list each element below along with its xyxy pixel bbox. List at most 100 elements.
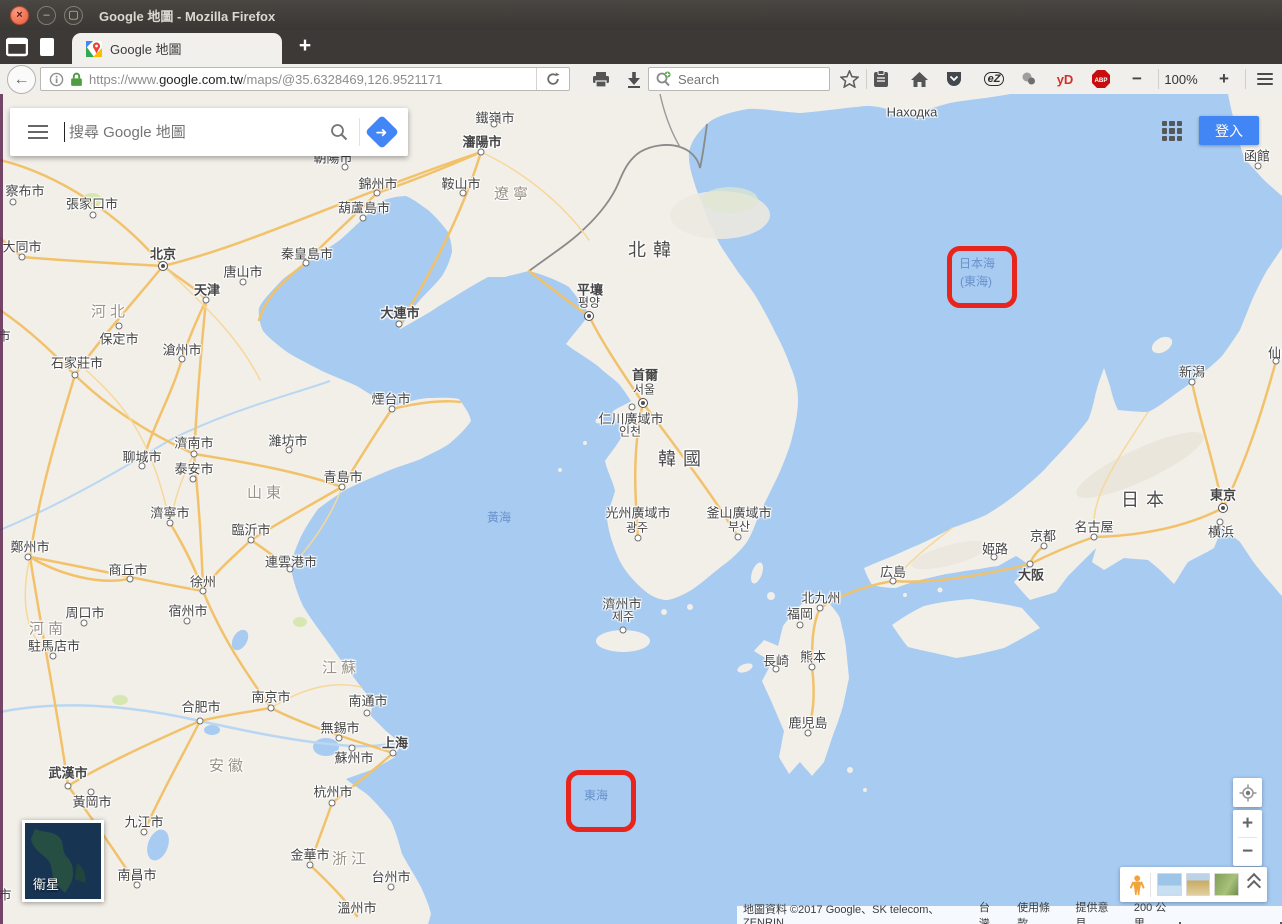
window-maximize-button[interactable]: ▢ — [64, 6, 83, 25]
svg-text:ABP: ABP — [1094, 77, 1107, 84]
maps-search-input[interactable] — [67, 123, 329, 142]
new-tab-button[interactable]: + — [292, 34, 318, 58]
bookmark-star-icon[interactable] — [836, 66, 862, 92]
city-marker — [390, 750, 397, 757]
city-marker — [890, 578, 897, 585]
download-icon[interactable] — [621, 66, 647, 92]
adblock-plus-icon[interactable]: ABP — [1088, 66, 1114, 92]
map-canvas[interactable]: 察布市張家口市大同市北京唐山市秦皇島市天津保定市滄州市石家莊市市聊城市濟南市泰安… — [0, 94, 1282, 924]
google-apps-grid-icon[interactable] — [1162, 121, 1182, 141]
city-marker — [1255, 163, 1262, 170]
search-input[interactable] — [676, 71, 829, 88]
city-marker — [167, 520, 174, 527]
map-label: 北九州 — [801, 588, 840, 607]
sign-in-button[interactable]: 登入 — [1199, 116, 1259, 145]
url-scheme: https://www. — [89, 72, 159, 87]
my-location-button[interactable] — [1233, 778, 1262, 807]
city-marker — [139, 463, 146, 470]
url-bar[interactable]: https://www.google.com.tw/maps/@35.63284… — [40, 67, 570, 91]
maps-menu-icon[interactable] — [28, 121, 48, 143]
map-label: 서울 — [633, 381, 655, 398]
toolbar-separator — [1158, 69, 1159, 89]
city-marker — [303, 260, 310, 267]
https-lock-icon[interactable] — [70, 72, 83, 87]
region-link[interactable]: 台灣 — [979, 899, 999, 924]
map-label: 宿州市 — [168, 601, 207, 620]
terms-link[interactable]: 使用條款 — [1017, 899, 1057, 924]
map-label: 南京市 — [251, 687, 290, 706]
city-marker — [25, 554, 32, 561]
browser-search-box[interactable] — [648, 67, 830, 91]
reload-icon[interactable] — [546, 72, 560, 86]
pocket-icon[interactable] — [941, 66, 967, 92]
city-marker — [817, 605, 824, 612]
map-label: 인천 — [619, 423, 641, 440]
map-zoom-in-button[interactable]: + — [1233, 810, 1262, 837]
back-button[interactable]: ← — [7, 65, 36, 94]
ez-extension-icon[interactable]: eZ — [981, 66, 1007, 92]
map-label: 광주 — [626, 519, 648, 536]
zoom-level[interactable]: 100% — [1162, 66, 1200, 92]
search-engine-icon[interactable] — [654, 71, 674, 87]
map-label: 평양 — [578, 294, 600, 311]
window-close-button[interactable]: × — [10, 6, 29, 25]
menu-hamburger-icon[interactable] — [1252, 66, 1278, 92]
yd-extension-icon[interactable]: yD — [1052, 66, 1078, 92]
street-view-bar-divider — [1150, 873, 1151, 897]
directions-button[interactable]: ➜ — [365, 115, 399, 149]
map-label: 鄭州市 — [10, 537, 49, 556]
city-marker — [478, 149, 485, 156]
city-marker — [88, 789, 95, 796]
maps-search-card[interactable]: ➜ — [10, 108, 408, 156]
map-label: 察布市 — [5, 181, 44, 200]
city-marker — [191, 451, 198, 458]
session-extension-icon[interactable] — [1016, 66, 1042, 92]
map-label: 河北 — [91, 301, 129, 322]
tab-google-maps[interactable]: Google 地圖 — [72, 33, 282, 64]
map-label: 上海 — [382, 733, 408, 752]
imagery-thumbnail[interactable] — [1186, 873, 1211, 896]
site-info-icon[interactable] — [49, 72, 64, 87]
map-zoom-out-button[interactable]: − — [1233, 838, 1262, 865]
satellite-view-toggle[interactable]: 衛星 — [22, 820, 104, 902]
desktop-edge-strip — [0, 94, 3, 924]
map-label: 제주 — [612, 608, 634, 625]
feedback-link[interactable]: 提供意見 — [1075, 899, 1115, 924]
city-marker — [287, 566, 294, 573]
city-marker — [635, 535, 642, 542]
capital-marker — [1218, 503, 1228, 513]
print-icon[interactable] — [588, 66, 614, 92]
satellite-label: 衛星 — [33, 874, 59, 893]
city-marker — [127, 576, 134, 583]
window-minimize-button[interactable]: – — [37, 6, 56, 25]
map-label: 杭州市 — [313, 782, 352, 801]
map-label: 葫蘆島市 — [338, 198, 390, 217]
pegman-icon[interactable] — [1128, 872, 1146, 898]
map-label: 日本 — [1121, 486, 1171, 512]
bookmarks-menu-icon[interactable] — [868, 66, 894, 92]
map-label: 泰安市 — [174, 459, 213, 478]
map-label: 武漢市 — [48, 763, 87, 782]
city-marker — [620, 627, 627, 634]
imagery-thumbnail[interactable] — [1214, 873, 1239, 896]
map-label: 北韓 — [628, 236, 678, 262]
page-icon[interactable] — [36, 37, 58, 57]
imagery-thumbnail[interactable] — [1157, 873, 1182, 896]
zoom-out-button[interactable]: − — [1124, 66, 1150, 92]
tab-bar: Google 地圖 + — [0, 30, 1282, 64]
collapse-chevron-icon[interactable] — [1249, 878, 1259, 892]
city-marker — [809, 664, 816, 671]
map-label: 南通市 — [348, 691, 387, 710]
city-marker — [329, 800, 336, 807]
map-data-attribution: 地圖資料 ©2017 Google、SK telecom、ZENRIN — [743, 901, 961, 924]
browser-window-icon[interactable] — [6, 37, 28, 57]
google-maps-favicon — [86, 41, 102, 57]
maps-search-icon[interactable] — [329, 122, 349, 142]
city-marker — [240, 279, 247, 286]
city-marker — [307, 862, 314, 869]
capital-marker — [584, 311, 594, 321]
city-marker — [50, 653, 57, 660]
home-icon[interactable] — [906, 66, 932, 92]
url-path: /maps/@35.6328469,126.9521171 — [243, 72, 442, 87]
zoom-in-button[interactable]: + — [1211, 66, 1237, 92]
